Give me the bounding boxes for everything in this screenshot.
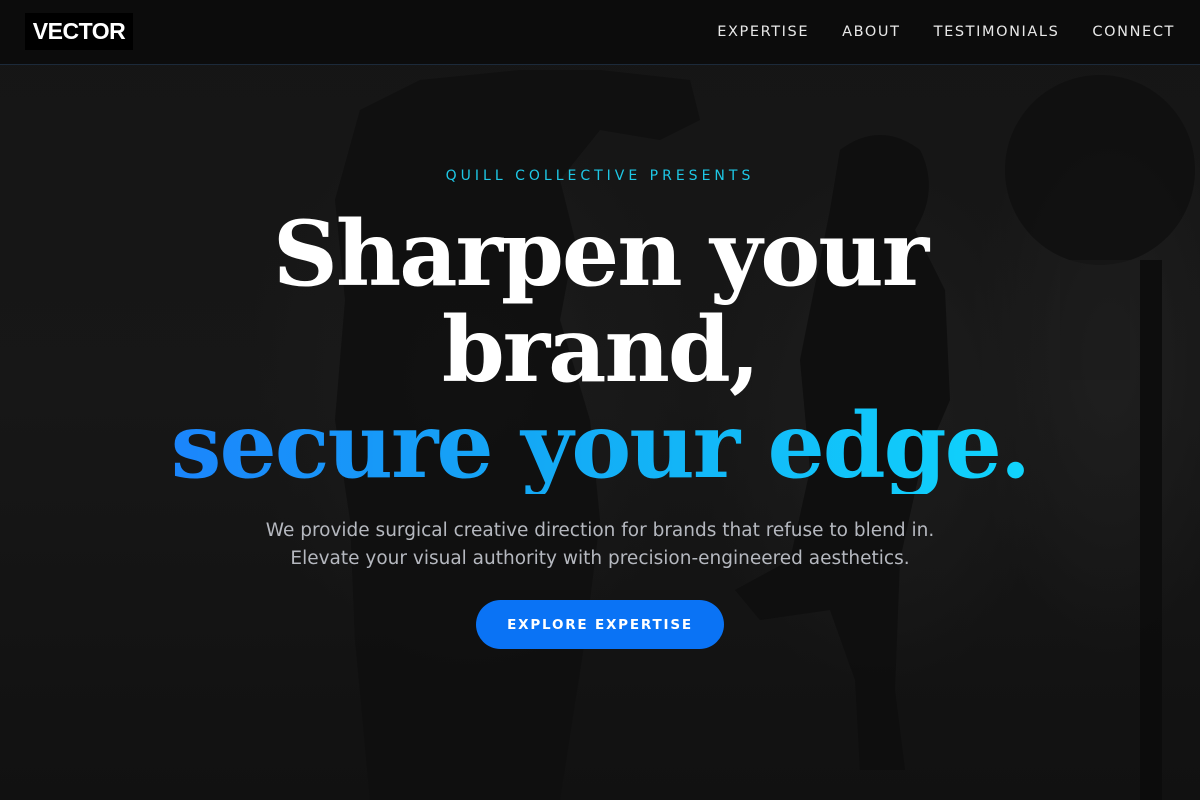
hero-eyebrow: QUILL COLLECTIVE PRESENTS xyxy=(445,168,755,184)
brand-logo[interactable]: VECTOR xyxy=(25,13,133,50)
nav-links: EXPERTISE ABOUT TESTIMONIALS CONNECT xyxy=(717,0,1175,64)
headline-line-1: Sharpen your xyxy=(272,201,929,307)
nav-link-expertise[interactable]: EXPERTISE xyxy=(717,24,809,40)
nav-link-connect[interactable]: CONNECT xyxy=(1092,24,1175,40)
headline-line-2: brand, xyxy=(441,297,760,403)
nav-link-testimonials[interactable]: TESTIMONIALS xyxy=(934,24,1060,40)
top-navbar: VECTOR EXPERTISE ABOUT TESTIMONIALS CONN… xyxy=(0,0,1200,65)
hero-subtitle: We provide surgical creative direction f… xyxy=(265,520,935,569)
explore-expertise-button[interactable]: EXPLORE EXPERTISE xyxy=(476,600,724,649)
hero-headline: Sharpen your brand, secure your edge. xyxy=(0,206,1200,494)
headline-accent: secure your edge. xyxy=(0,398,1200,494)
nav-link-about[interactable]: ABOUT xyxy=(842,24,901,40)
